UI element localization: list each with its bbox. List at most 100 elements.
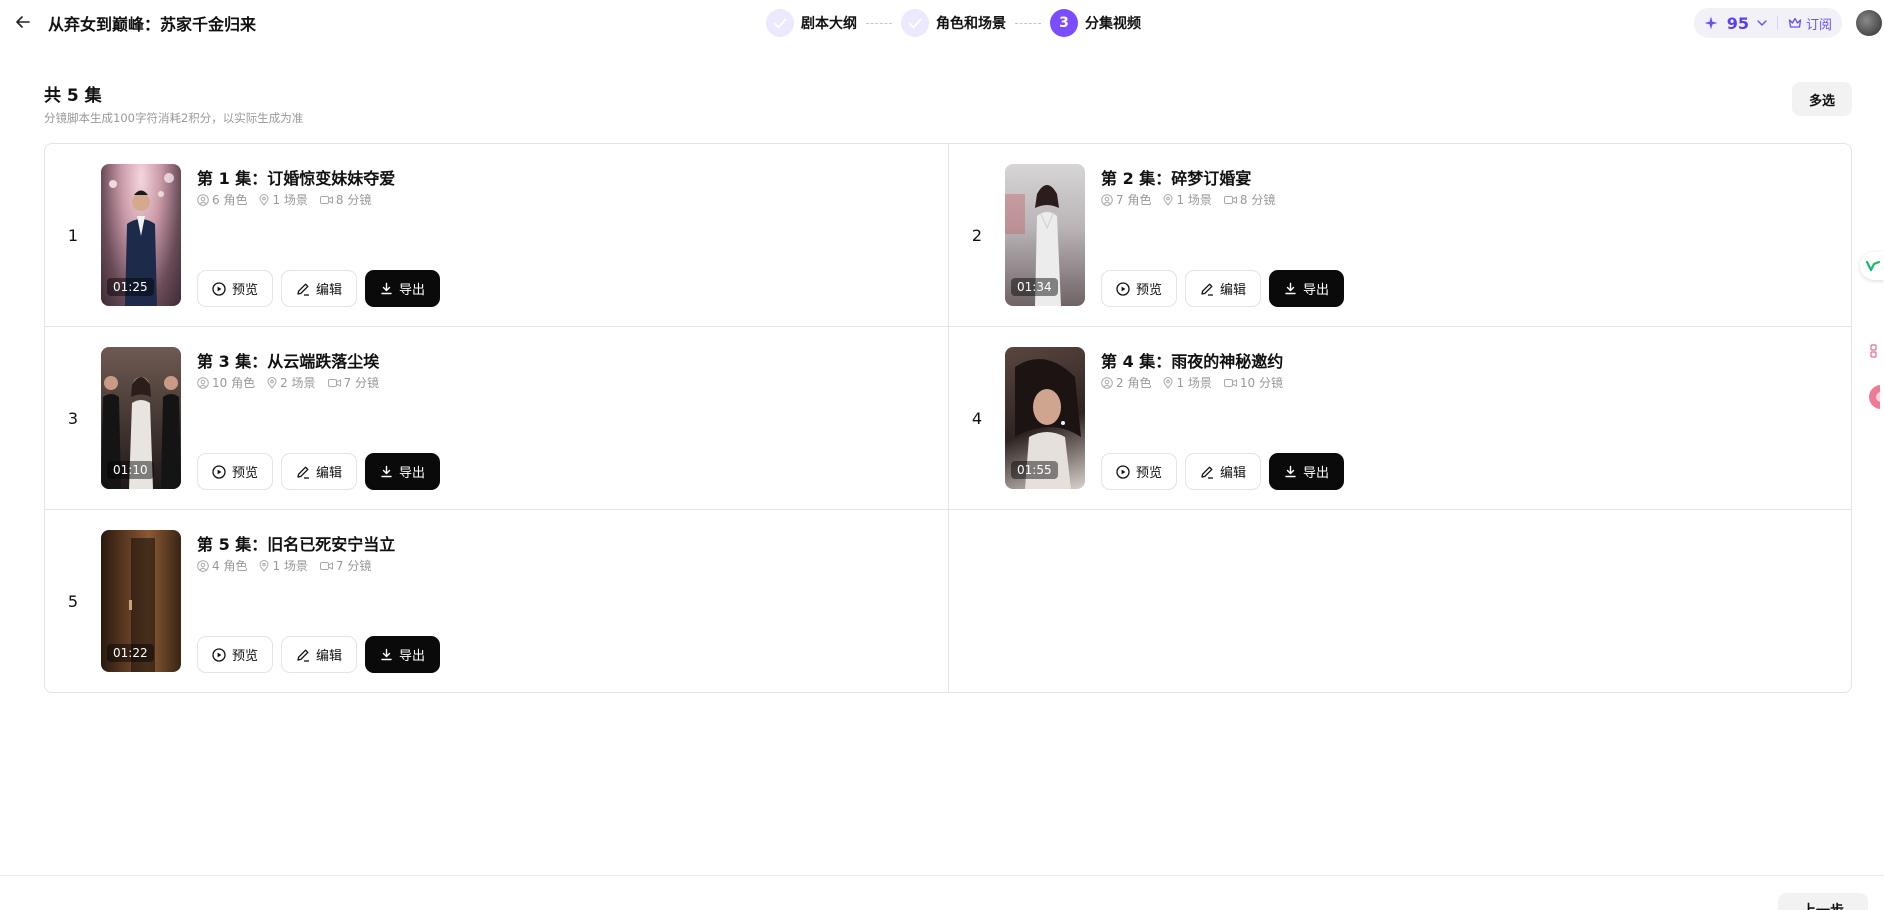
episode-actions: 预览 编辑 导出 — [1101, 270, 1352, 307]
role-count: 2 角色 — [1101, 374, 1151, 391]
preview-label: 预览 — [1136, 283, 1163, 298]
role-count-text: 4 角色 — [212, 559, 248, 573]
preview-label: 预览 — [1136, 466, 1163, 481]
play-circle-icon — [212, 464, 226, 479]
location-pin-icon — [267, 376, 277, 389]
role-count-text: 2 角色 — [1116, 376, 1152, 390]
assistant-icon[interactable] — [1860, 252, 1884, 280]
download-icon — [381, 648, 392, 661]
episode-actions: 预览 编辑 导出 — [1101, 453, 1352, 490]
episode-number: 2 — [971, 226, 983, 245]
export-label: 导出 — [1303, 283, 1330, 298]
edit-button[interactable]: 编辑 — [1185, 270, 1262, 307]
preview-button[interactable]: 预览 — [197, 636, 274, 673]
grid-apps-icon[interactable] — [1860, 337, 1884, 365]
edit-button[interactable]: 编辑 — [281, 636, 358, 673]
video-camera-icon — [1223, 378, 1237, 387]
export-label: 导出 — [1303, 466, 1330, 481]
project-title: 从弃女到巅峰：苏家千金归来 — [48, 15, 257, 34]
episode-meta: 10 角色 2 场景 7 分镜 — [197, 374, 391, 391]
step-episode-videos[interactable]: 3 分集视频 — [1050, 9, 1141, 37]
episode-thumbnail[interactable]: 01:34 — [1005, 164, 1085, 306]
previous-step-button[interactable]: 上一步 — [1778, 893, 1868, 910]
multi-select-button[interactable]: 多选 — [1792, 82, 1852, 116]
chevron-down-icon — [1757, 20, 1767, 26]
shot-count-text: 8 分镜 — [335, 193, 372, 207]
pencil-icon — [297, 649, 310, 662]
episode-meta: 7 角色 1 场景 8 分镜 — [1101, 191, 1287, 208]
subscribe-button[interactable]: 订阅 — [1788, 14, 1832, 33]
episode-meta: 2 角色 1 场景 10 分镜 — [1101, 374, 1295, 391]
pencil-icon — [1201, 466, 1214, 479]
episode-thumbnail[interactable]: 01:22 — [101, 530, 181, 672]
role-count-text: 7 角色 — [1116, 193, 1152, 207]
back-arrow-icon[interactable] — [12, 11, 34, 33]
credits-count: 95 — [1726, 13, 1749, 33]
role-count: 7 角色 — [1101, 191, 1151, 208]
episode-title: 第 3 集：从云端跌落尘埃 — [197, 352, 380, 371]
scene-count: 1 场景 — [1163, 191, 1212, 208]
episode-grid: 1 01:25 第 1 集：订婚惊变妹妹夺爱 6 角色 1 场景 8 分镜 预览… — [44, 143, 1852, 693]
episode-card: 2 01:34 第 2 集：碎梦订婚宴 7 角色 1 场景 8 分镜 预览 编辑… — [949, 144, 1851, 327]
crown-icon — [1788, 17, 1802, 28]
preview-button[interactable]: 预览 — [1101, 270, 1178, 307]
export-button[interactable]: 导出 — [1269, 270, 1345, 307]
scene-count: 2 场景 — [267, 374, 316, 391]
location-pin-icon — [259, 193, 269, 206]
episode-thumbnail[interactable]: 01:25 — [101, 164, 181, 306]
user-avatar[interactable] — [1856, 10, 1882, 36]
export-button[interactable]: 导出 — [365, 453, 441, 490]
scene-count-text: 1 场景 — [1176, 376, 1212, 390]
episode-count-title: 共 5 集 — [44, 86, 102, 106]
preview-button[interactable]: 预览 — [1101, 453, 1178, 490]
export-button[interactable]: 导出 — [365, 636, 441, 673]
feedback-icon[interactable] — [1860, 383, 1884, 411]
edit-label: 编辑 — [316, 649, 343, 664]
pencil-icon — [297, 283, 310, 296]
shot-count-text: 10 分镜 — [1239, 376, 1283, 390]
episode-number: 3 — [67, 409, 79, 428]
step-label: 剧本大纲 — [801, 16, 857, 32]
export-button[interactable]: 导出 — [1269, 453, 1345, 490]
export-button[interactable]: 导出 — [365, 270, 441, 307]
download-icon — [1285, 465, 1296, 478]
episode-title: 第 1 集：订婚惊变妹妹夺爱 — [197, 169, 396, 188]
person-icon — [197, 193, 209, 206]
episode-thumbnail[interactable]: 01:10 — [101, 347, 181, 489]
edit-button[interactable]: 编辑 — [1185, 453, 1262, 490]
role-count: 6 角色 — [197, 191, 247, 208]
download-icon — [381, 282, 392, 295]
account-tools: 95 订阅 — [1693, 8, 1842, 38]
preview-button[interactable]: 预览 — [197, 270, 274, 307]
episode-meta: 4 角色 1 场景 7 分镜 — [197, 557, 383, 574]
edit-button[interactable]: 编辑 — [281, 453, 358, 490]
video-duration: 01:25 — [107, 278, 154, 296]
step-connector — [1015, 22, 1041, 24]
person-icon — [1101, 376, 1113, 389]
export-label: 导出 — [399, 283, 426, 298]
step-script-outline[interactable]: 剧本大纲 — [766, 9, 857, 37]
grid-divider — [45, 509, 1851, 510]
credits-hint: 分镜脚本生成100字符消耗2积分，以实际生成为准 — [44, 111, 304, 125]
credits-dropdown[interactable]: 95 — [1704, 14, 1767, 33]
role-count-text: 6 角色 — [212, 193, 248, 207]
step-characters-scenes[interactable]: 角色和场景 — [901, 9, 1006, 37]
episode-actions: 预览 编辑 导出 — [197, 636, 448, 673]
step-connector — [866, 22, 892, 24]
edit-button[interactable]: 编辑 — [281, 270, 358, 307]
preview-label: 预览 — [232, 466, 259, 481]
edit-label: 编辑 — [316, 466, 343, 481]
preview-button[interactable]: 预览 — [197, 453, 274, 490]
scene-count: 1 场景 — [259, 191, 308, 208]
episode-actions: 预览 编辑 导出 — [197, 453, 448, 490]
episode-actions: 预览 编辑 导出 — [197, 270, 448, 307]
play-circle-icon — [1116, 464, 1130, 479]
step-label: 角色和场景 — [936, 16, 1006, 32]
edit-label: 编辑 — [1220, 466, 1247, 481]
check-icon — [766, 9, 794, 37]
shot-count-text: 7 分镜 — [335, 559, 372, 573]
scene-count-text: 1 场景 — [1176, 193, 1212, 207]
video-camera-icon — [319, 561, 333, 570]
progress-stepper: 剧本大纲 角色和场景 3 分集视频 — [766, 8, 1141, 38]
episode-thumbnail[interactable]: 01:55 — [1005, 347, 1085, 489]
